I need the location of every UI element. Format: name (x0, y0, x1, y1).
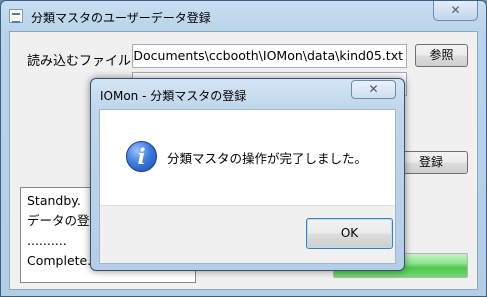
message-dialog: IOMon - 分類マスタの登録 ✕ i 分類マスタの操作が完了しました。 OK (90, 78, 405, 271)
file-path-input[interactable]: C:\Documents\ccbooth\IOMon\data\kind05.t… (132, 44, 407, 68)
info-icon: i (126, 141, 157, 172)
file-label: 読み込むファイル (27, 54, 132, 69)
browse-button[interactable]: 参照 (415, 44, 468, 67)
close-button[interactable]: ✕ (433, 1, 478, 21)
dialog-title: IOMon - 分類マスタの登録 (100, 89, 247, 103)
app-icon (9, 9, 23, 23)
title-bar: 分類マスタのユーザーデータ登録 ✕ (1, 1, 486, 31)
dialog-message: 分類マスタの操作が完了しました。 (167, 151, 368, 166)
file-path-text: C:\Documents\ccbooth\IOMon\data\kind05.t… (132, 48, 403, 63)
dialog-close-button[interactable]: ✕ (351, 80, 396, 99)
dialog-body: i 分類マスタの操作が完了しました。 OK (99, 109, 396, 264)
ok-button[interactable]: OK (306, 218, 393, 249)
window-title: 分類マスタのユーザーデータ登録 (31, 11, 211, 25)
register-button[interactable]: 登録 (394, 151, 468, 174)
